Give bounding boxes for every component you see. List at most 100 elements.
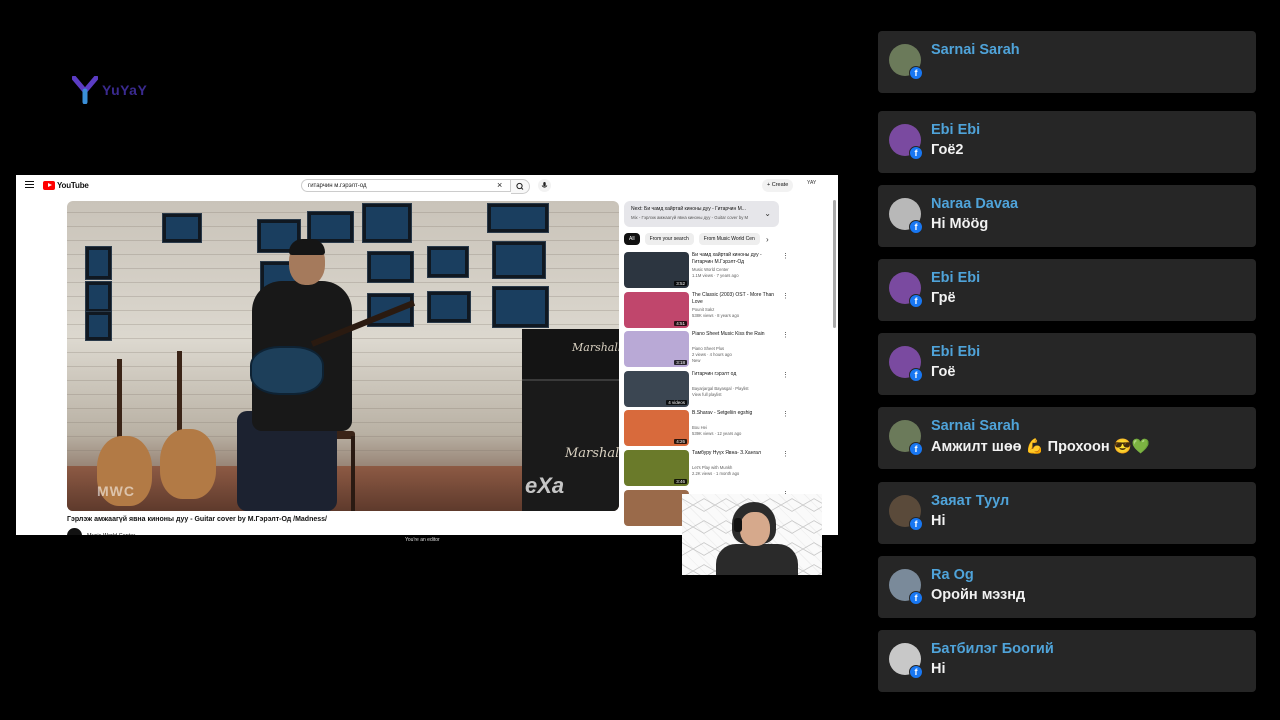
- recommendation-item[interactable]: 3:46 Тамбуру Нүүх Явна- З.Хангал Let's Pla…: [624, 450, 804, 487]
- search-button[interactable]: [511, 179, 530, 194]
- streamer-face: [740, 512, 770, 546]
- create-button[interactable]: + Create: [762, 179, 794, 192]
- commenter-name: Заяат Туул: [931, 493, 1010, 509]
- comment-text: Грё: [931, 290, 956, 306]
- video-title: Гэрлэж амжаагүй явна киноны дуу - Guitar…: [67, 516, 327, 523]
- video-player[interactable]: Marshall Marshall MWC eXa: [67, 201, 619, 511]
- recommendation-title[interactable]: Би чамд хайртай киноны дуу - Гитарчин М.…: [692, 252, 782, 266]
- webcam-overlay: [682, 494, 822, 575]
- comment-card: f Ebi Ebi Гоё: [878, 333, 1256, 395]
- video-duration: 4:51: [674, 321, 687, 326]
- recommendation-item[interactable]: 4:51 The Classic (2003) OST - More Than L…: [624, 292, 804, 329]
- more-options-icon[interactable]: ⋮: [782, 410, 789, 418]
- comment-text: Амжилт шөө 💪 Прохоон 😎💚: [931, 439, 1150, 455]
- recommendation-item[interactable]: 3:18 Piano Sheet Music Kiss the Rain Piano…: [624, 331, 804, 368]
- youtube-logo-text: YouTube: [57, 181, 89, 190]
- facebook-icon: f: [909, 66, 923, 80]
- account-avatar[interactable]: YAY: [807, 180, 816, 186]
- youtube-play-icon: [43, 181, 55, 190]
- amplifier-head: [522, 329, 619, 381]
- youtube-logo[interactable]: YouTube: [43, 181, 89, 190]
- chip-all[interactable]: All: [624, 233, 640, 245]
- shared-screen: YouTube гитарчин м.гэрэлт-од × + Create …: [16, 175, 838, 546]
- recommendation-badge: New: [692, 358, 701, 363]
- scrollbar[interactable]: [833, 200, 836, 328]
- comment-text: Hi: [931, 661, 946, 677]
- create-label: Create: [771, 182, 789, 188]
- guitar-neck: [117, 359, 122, 439]
- next-up-title: Next: Би чамд хайртай киноны дуу - Гитар…: [631, 206, 746, 212]
- video-duration: 4:26: [674, 439, 687, 444]
- more-options-icon[interactable]: ⋮: [782, 292, 789, 300]
- facebook-icon: f: [909, 220, 923, 234]
- chevron-right-icon[interactable]: ›: [766, 235, 769, 244]
- musician-hair: [289, 239, 325, 255]
- comment-card: f Батбилэг Боогий Hi: [878, 630, 1256, 692]
- comment-text: Гоё: [931, 364, 956, 380]
- commenter-name: Naraa Davaa: [931, 196, 1019, 212]
- microphone-icon: [541, 182, 548, 188]
- next-up-panel[interactable]: Next: Би чамд хайртай киноны дуу - Гитар…: [624, 201, 779, 227]
- watermark-left: MWC: [97, 483, 135, 499]
- video-duration: 3:18: [674, 360, 687, 365]
- comment-card: f Sarnai Sarah Амжилт шөө 💪 Прохоон 😎💚: [878, 407, 1256, 469]
- logo-y-icon: [72, 76, 98, 104]
- channel-logo-text: YuYaY: [102, 82, 148, 98]
- more-options-icon[interactable]: ⋮: [782, 252, 789, 260]
- recommendation-thumbnail[interactable]: 3:46: [624, 450, 689, 486]
- facebook-icon: f: [909, 294, 923, 308]
- comment-card: f Заяат Туул Hi: [878, 482, 1256, 544]
- video-duration: 3:46: [674, 479, 687, 484]
- recommendation-item[interactable]: 3:52 Би чамд хайртай киноны дуу - Гитарчи…: [624, 252, 804, 289]
- more-options-icon[interactable]: ⋮: [782, 331, 789, 339]
- comment-card: f Ra Og Оройн мэзнд: [878, 556, 1256, 618]
- comment-text: Hi Möög: [931, 216, 989, 232]
- recommendation-thumbnail[interactable]: 3:52: [624, 252, 689, 288]
- video-duration: 4 videos: [666, 400, 687, 405]
- recommendation-title[interactable]: Piano Sheet Music Kiss the Rain: [692, 331, 782, 338]
- acoustic-guitar: [160, 429, 216, 499]
- recommendation-thumbnail[interactable]: [624, 490, 689, 526]
- commenter-name: Sarnai Sarah: [931, 418, 1020, 434]
- chip-from-search[interactable]: From your search: [644, 233, 694, 245]
- commenter-name: Ra Og: [931, 567, 974, 583]
- recommendation-meta: View full playlist: [692, 392, 722, 397]
- comment-text: Гоё2: [931, 142, 964, 158]
- clear-search-icon[interactable]: ×: [497, 179, 502, 192]
- amp-brand-lower: Marshall: [565, 446, 619, 461]
- guitar-neck: [177, 351, 182, 431]
- facebook-icon: f: [909, 368, 923, 382]
- wall-photo: [487, 203, 549, 233]
- recommendation-title[interactable]: Гитарчин гэрэлт од: [692, 371, 782, 378]
- wall-photo: [85, 311, 112, 341]
- search-input[interactable]: гитарчин м.гэрэлт-од: [301, 179, 511, 192]
- recommendation-thumbnail[interactable]: 4 videos: [624, 371, 689, 407]
- recommendation-title[interactable]: The Classic (2003) OST - More Than Love: [692, 292, 782, 306]
- next-up-subtitle: Mix - Гэрлэж амжаагүй явна киноны дуу - …: [631, 215, 749, 220]
- more-options-icon[interactable]: ⋮: [782, 450, 789, 458]
- recommendation-item[interactable]: 4 videos Гитарчин гэрэлт од Bayarjargal Ba…: [624, 371, 804, 408]
- recommendation-item[interactable]: 4:26 B.Sharav - Setgeliin egshig Bou Hei 53…: [624, 410, 804, 447]
- facebook-icon: f: [909, 146, 923, 160]
- editor-notice: You're an editor: [405, 537, 440, 543]
- streamer-body: [716, 544, 798, 575]
- wall-photo: [85, 246, 112, 280]
- comment-card: f Sarnai Sarah: [878, 31, 1256, 93]
- chevron-down-icon[interactable]: ⌄: [764, 209, 771, 218]
- menu-icon[interactable]: [25, 181, 34, 189]
- recommendation-thumbnail[interactable]: 4:51: [624, 292, 689, 328]
- recommendation-thumbnail[interactable]: 3:18: [624, 331, 689, 367]
- youtube-header: YouTube гитарчин м.гэрэлт-од × + Create …: [16, 175, 838, 197]
- recommendation-meta: 2.2K views · 1 month ago: [692, 471, 740, 476]
- wall-photo: [362, 203, 412, 243]
- wall-photo: [427, 246, 469, 278]
- facebook-icon: f: [909, 591, 923, 605]
- electric-guitar: [250, 346, 324, 395]
- voice-search-button[interactable]: [538, 179, 551, 192]
- commenter-name: Sarnai Sarah: [931, 42, 1020, 58]
- recommendation-thumbnail[interactable]: 4:26: [624, 410, 689, 446]
- chip-from-channel[interactable]: From Music World Cen: [698, 233, 760, 245]
- recommendation-title[interactable]: Тамбуру Нүүх Явна- З.Хангал: [692, 450, 782, 457]
- more-options-icon[interactable]: ⋮: [782, 371, 789, 379]
- recommendation-title[interactable]: B.Sharav - Setgeliin egshig: [692, 410, 782, 417]
